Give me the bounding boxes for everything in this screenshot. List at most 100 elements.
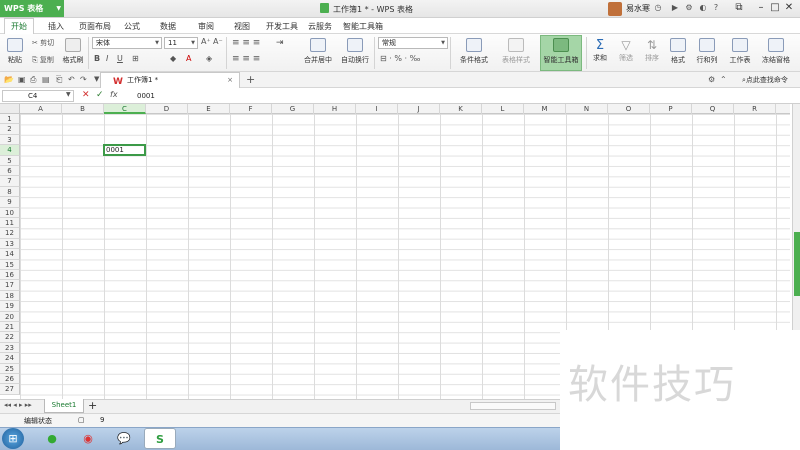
document-tab[interactable]: W 工作簿1 * × — [100, 72, 240, 88]
row-header[interactable]: 8 — [0, 186, 20, 198]
user-account[interactable]: 易水寒 — [608, 1, 650, 17]
merge-center-button[interactable]: 合并居中 — [300, 38, 336, 65]
row-header[interactable]: 2 — [0, 124, 20, 135]
row-header[interactable]: 15 — [0, 259, 20, 270]
row-header[interactable]: 22 — [0, 332, 20, 343]
font-color-icon[interactable]: A — [186, 54, 191, 63]
font-size-select[interactable]: 11 ▼ — [164, 37, 198, 49]
column-header[interactable]: D — [146, 104, 188, 114]
name-box[interactable]: C4 — [2, 90, 74, 102]
column-header[interactable]: I — [356, 104, 398, 114]
wps-spreadsheet-icon[interactable]: S — [144, 428, 176, 449]
row-header[interactable]: 5 — [0, 155, 20, 166]
row-header[interactable]: 13 — [0, 238, 20, 250]
gear-icon[interactable]: ⚙ — [684, 3, 694, 13]
confirm-icon[interactable]: ✓ — [96, 90, 104, 100]
row-header[interactable]: 11 — [0, 218, 20, 229]
column-header[interactable]: G — [272, 104, 314, 114]
redo-icon[interactable]: ↷ — [80, 75, 87, 84]
format-painter-button[interactable]: 格式刷 — [60, 38, 86, 65]
row-header[interactable]: 18 — [0, 290, 20, 302]
formula-input[interactable]: 0001 — [132, 90, 792, 102]
align-top-icon[interactable]: ≡ ≡ ≡ — [232, 38, 260, 48]
app-menu-button[interactable]: WPS 表格 ▼ — [0, 0, 64, 17]
row-header[interactable]: 3 — [0, 134, 20, 146]
clear-format-icon[interactable]: ◈ — [206, 54, 212, 63]
tab-insert[interactable]: 插入 — [48, 21, 64, 32]
format-button[interactable]: 格式 — [666, 38, 690, 65]
export-icon[interactable]: ⎗ — [56, 75, 62, 85]
worksheet-button[interactable]: 工作表 — [724, 38, 756, 65]
row-header[interactable]: 21 — [0, 322, 20, 333]
start-button[interactable]: ⊞ — [2, 428, 24, 449]
tab-developer[interactable]: 开发工具 — [266, 21, 298, 32]
wrap-text-button[interactable]: 自动换行 — [338, 38, 372, 65]
rows-columns-button[interactable]: 行和列 — [692, 38, 722, 65]
select-all-corner[interactable] — [0, 104, 20, 114]
app-icon[interactable]: ● — [36, 428, 68, 449]
row-header[interactable]: 4 — [0, 145, 20, 156]
conditional-format-button[interactable]: 条件格式 — [454, 38, 494, 65]
copy-button[interactable]: ⎘ 复制 — [32, 55, 54, 65]
cancel-icon[interactable]: ✕ — [82, 90, 90, 100]
underline-button[interactable]: U — [117, 54, 123, 63]
increase-font-icon[interactable]: A⁺ — [201, 37, 211, 46]
sheet-nav-icons[interactable]: ◂◂ ◂ ▸ ▸▸ — [4, 401, 32, 409]
number-format-select[interactable]: 常规 ▼ — [378, 37, 448, 49]
currency-icon[interactable]: ⊟ · % · ‰ — [380, 54, 420, 63]
row-header[interactable]: 7 — [0, 176, 20, 187]
paste-button[interactable]: 粘贴 — [4, 38, 26, 65]
print-icon[interactable]: ⎙ — [30, 75, 36, 85]
row-header[interactable]: 6 — [0, 166, 20, 177]
bold-button[interactable]: B — [94, 54, 100, 63]
column-header[interactable]: Q — [692, 104, 734, 114]
column-header[interactable]: C — [104, 104, 146, 114]
tab-home[interactable]: 开始 — [4, 18, 34, 34]
column-header[interactable]: B — [62, 104, 104, 114]
sum-button[interactable]: Σ 求和 — [588, 38, 612, 63]
column-header[interactable]: M — [524, 104, 566, 114]
settings-icon[interactable]: ⚙ — [708, 75, 715, 84]
row-header[interactable]: 19 — [0, 301, 20, 312]
skin-icon[interactable]: ◐ — [698, 3, 708, 13]
insert-function-button[interactable]: fx — [110, 90, 118, 99]
undo-icon[interactable]: ↶ — [68, 75, 75, 84]
add-sheet-icon[interactable]: + — [88, 399, 97, 412]
tab-formulas[interactable]: 公式 — [124, 21, 140, 32]
column-header[interactable]: R — [734, 104, 776, 114]
table-style-button[interactable]: 表格样式 — [496, 38, 536, 65]
column-header[interactable]: A — [20, 104, 62, 114]
column-header[interactable]: K — [440, 104, 482, 114]
tab-smart-toolbox[interactable]: 智能工具箱 — [343, 21, 383, 32]
active-cell[interactable]: 0001 — [103, 144, 146, 156]
tab-review[interactable]: 审阅 — [198, 21, 214, 32]
tab-data[interactable]: 数据 — [160, 21, 176, 32]
row-header[interactable]: 12 — [0, 228, 20, 239]
scrollbar-thumb[interactable] — [794, 232, 800, 296]
tab-view[interactable]: 视图 — [234, 21, 250, 32]
chrome-icon[interactable]: ◉ — [72, 428, 104, 449]
clock-icon[interactable]: ◷ — [653, 3, 663, 13]
restore-icon[interactable]: ⧉ — [728, 1, 750, 16]
tab-page-layout[interactable]: 页面布局 — [79, 21, 111, 32]
print-preview-icon[interactable]: ▤ — [42, 75, 50, 84]
horizontal-scrollbar[interactable] — [470, 402, 556, 410]
row-header[interactable]: 27 — [0, 384, 20, 395]
close-button[interactable]: ✕ — [778, 1, 800, 16]
row-header[interactable]: 20 — [0, 311, 20, 322]
customize-chevron-icon[interactable]: ▼ — [94, 75, 99, 83]
column-header[interactable]: P — [650, 104, 692, 114]
close-tab-icon[interactable]: × — [227, 73, 233, 88]
column-header[interactable]: F — [230, 104, 272, 114]
indent-icon[interactable]: ⇥ — [276, 38, 284, 48]
row-header[interactable]: 10 — [0, 207, 20, 218]
sort-button[interactable]: ⇅ 排序 — [640, 38, 664, 63]
column-header[interactable]: L — [482, 104, 524, 114]
decrease-font-icon[interactable]: A⁻ — [213, 37, 223, 46]
row-header[interactable]: 9 — [0, 197, 20, 208]
new-tab-icon[interactable]: + — [246, 73, 255, 86]
save-icon[interactable]: ▣ — [18, 75, 26, 84]
row-header[interactable]: 24 — [0, 353, 20, 364]
fill-color-icon[interactable]: ◆ — [170, 54, 176, 63]
row-header[interactable]: 14 — [0, 249, 20, 260]
